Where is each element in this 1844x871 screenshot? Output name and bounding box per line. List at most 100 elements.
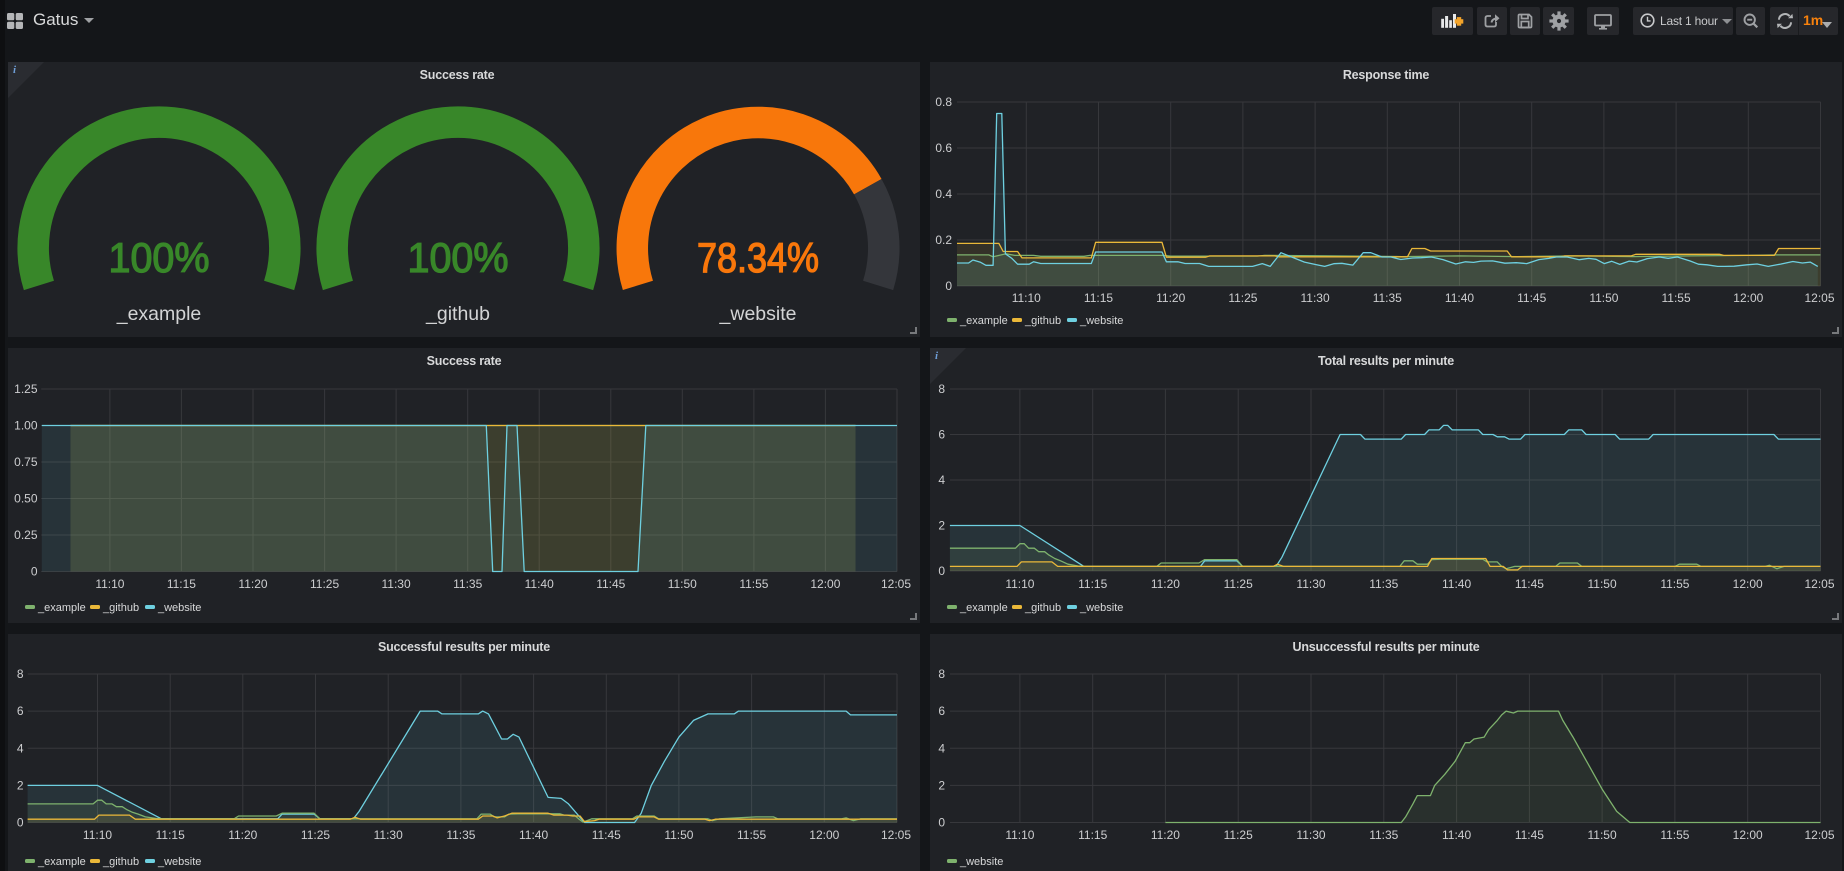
svg-text:4: 4	[17, 741, 24, 755]
svg-text:11:30: 11:30	[374, 828, 403, 842]
svg-text:11:55: 11:55	[1662, 291, 1691, 305]
svg-text:0.50: 0.50	[14, 492, 38, 506]
svg-text:11:40: 11:40	[1442, 828, 1471, 842]
svg-text:12:00: 12:00	[1733, 577, 1763, 591]
svg-text:11:15: 11:15	[156, 828, 185, 842]
svg-text:_website: _website	[959, 856, 1003, 868]
svg-text:11:45: 11:45	[1517, 291, 1546, 305]
svg-text:12:05: 12:05	[1804, 577, 1834, 591]
svg-text:0.25: 0.25	[14, 528, 38, 542]
svg-text:11:50: 11:50	[1588, 828, 1617, 842]
svg-text:_example: _example	[959, 315, 1008, 327]
svg-text:4: 4	[938, 741, 945, 755]
svg-text:11:30: 11:30	[382, 577, 411, 591]
svg-text:_example: _example	[959, 602, 1008, 614]
svg-text:11:35: 11:35	[453, 577, 482, 591]
svg-text:11:30: 11:30	[1301, 291, 1330, 305]
svg-text:11:50: 11:50	[1589, 291, 1618, 305]
svg-text:11:40: 11:40	[1442, 577, 1471, 591]
svg-text:_github: _github	[102, 856, 139, 868]
svg-text:11:20: 11:20	[1151, 828, 1180, 842]
svg-text:4: 4	[938, 473, 945, 487]
svg-text:11:20: 11:20	[238, 577, 267, 591]
svg-text:11:15: 11:15	[1084, 291, 1113, 305]
svg-text:6: 6	[17, 704, 24, 718]
svg-text:11:15: 11:15	[1078, 577, 1107, 591]
svg-text:100%: 100%	[109, 234, 210, 281]
svg-text:11:30: 11:30	[1296, 828, 1325, 842]
svg-text:11:35: 11:35	[1369, 828, 1398, 842]
svg-text:11:55: 11:55	[737, 828, 766, 842]
svg-text:11:25: 11:25	[1228, 291, 1257, 305]
svg-text:0.6: 0.6	[935, 141, 952, 155]
svg-text:11:55: 11:55	[1660, 828, 1689, 842]
svg-text:_github: _github	[102, 602, 139, 614]
svg-text:11:15: 11:15	[167, 577, 196, 591]
svg-text:_example: _example	[37, 602, 86, 614]
svg-text:11:40: 11:40	[1445, 291, 1474, 305]
svg-text:11:20: 11:20	[1151, 577, 1180, 591]
svg-text:12:05: 12:05	[1804, 828, 1834, 842]
svg-text:11:25: 11:25	[1224, 828, 1253, 842]
svg-text:8: 8	[938, 667, 945, 681]
svg-text:8: 8	[17, 667, 24, 681]
svg-text:12:00: 12:00	[1733, 828, 1763, 842]
svg-text:_website: _website	[1079, 602, 1123, 614]
svg-text:_website: _website	[157, 602, 201, 614]
svg-text:11:50: 11:50	[1588, 577, 1617, 591]
svg-text:6: 6	[938, 428, 945, 442]
svg-text:11:25: 11:25	[301, 828, 330, 842]
svg-text:1.00: 1.00	[14, 419, 38, 433]
svg-text:_github: _github	[1024, 602, 1061, 614]
svg-text:_example: _example	[116, 303, 202, 325]
svg-text:1.25: 1.25	[14, 382, 38, 396]
svg-text:2: 2	[17, 778, 24, 792]
svg-text:11:35: 11:35	[1373, 291, 1402, 305]
svg-text:11:45: 11:45	[1515, 828, 1544, 842]
svg-text:2: 2	[938, 778, 945, 792]
svg-text:_website: _website	[719, 303, 797, 325]
svg-text:11:40: 11:40	[519, 828, 548, 842]
svg-text:0.75: 0.75	[14, 455, 38, 469]
svg-text:_website: _website	[157, 856, 201, 868]
svg-text:12:00: 12:00	[1733, 291, 1763, 305]
svg-text:11:45: 11:45	[1515, 577, 1544, 591]
svg-text:11:35: 11:35	[446, 828, 475, 842]
svg-text:11:10: 11:10	[1005, 577, 1034, 591]
svg-text:12:05: 12:05	[881, 577, 911, 591]
svg-text:11:20: 11:20	[1156, 291, 1185, 305]
svg-text:_github: _github	[425, 303, 490, 325]
svg-text:11:40: 11:40	[525, 577, 554, 591]
svg-text:11:15: 11:15	[1078, 828, 1107, 842]
svg-text:_example: _example	[37, 856, 86, 868]
svg-text:0: 0	[31, 565, 38, 579]
svg-text:11:45: 11:45	[596, 577, 625, 591]
svg-text:11:10: 11:10	[83, 828, 112, 842]
svg-text:11:55: 11:55	[739, 577, 768, 591]
svg-text:0: 0	[945, 279, 952, 293]
svg-text:12:00: 12:00	[810, 577, 840, 591]
svg-text:0.8: 0.8	[935, 95, 952, 109]
svg-text:0: 0	[17, 816, 24, 830]
svg-text:11:50: 11:50	[668, 577, 697, 591]
svg-text:6: 6	[938, 704, 945, 718]
svg-text:12:05: 12:05	[1804, 291, 1834, 305]
svg-text:11:50: 11:50	[664, 828, 693, 842]
svg-text:100%: 100%	[408, 234, 509, 281]
svg-text:11:10: 11:10	[95, 577, 124, 591]
svg-text:11:45: 11:45	[592, 828, 621, 842]
svg-text:0.4: 0.4	[935, 187, 952, 201]
svg-text:0.2: 0.2	[935, 233, 952, 247]
svg-text:11:25: 11:25	[1224, 577, 1253, 591]
svg-text:_github: _github	[1024, 315, 1061, 327]
svg-text:11:30: 11:30	[1296, 577, 1325, 591]
svg-text:11:55: 11:55	[1660, 577, 1689, 591]
svg-text:2: 2	[938, 519, 945, 533]
svg-text:11:10: 11:10	[1012, 291, 1041, 305]
svg-text:11:20: 11:20	[228, 828, 257, 842]
svg-text:12:00: 12:00	[809, 828, 839, 842]
svg-text:11:25: 11:25	[310, 577, 339, 591]
svg-text:8: 8	[938, 382, 945, 396]
svg-text:11:35: 11:35	[1369, 577, 1398, 591]
svg-text:_website: _website	[1079, 315, 1123, 327]
